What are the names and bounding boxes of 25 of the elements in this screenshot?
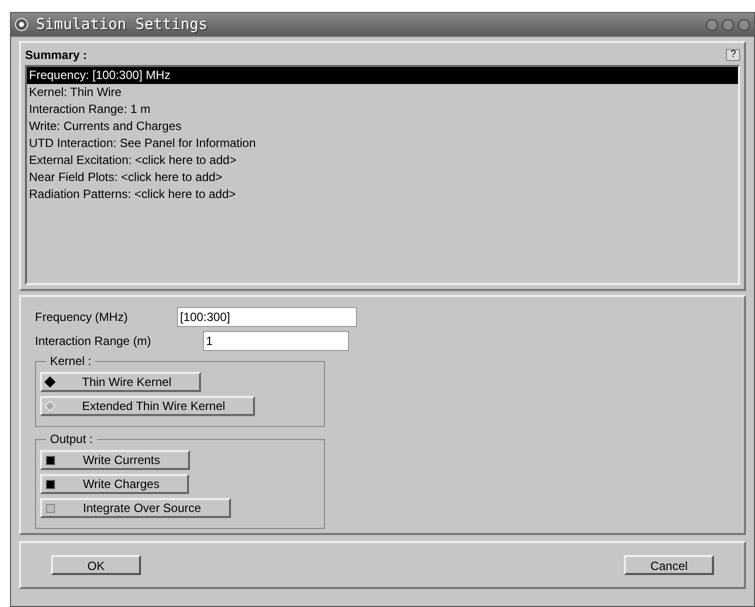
summary-item[interactable]: Write: Currents and Charges <box>27 118 738 135</box>
toggle-button[interactable]: Write Charges <box>40 474 190 494</box>
summary-item[interactable]: Radiation Patterns: <click here to add> <box>27 186 738 203</box>
summary-item[interactable]: Kernel: Thin Wire <box>27 84 738 101</box>
window-title: Simulation Settings <box>36 14 208 36</box>
field-label: Interaction Range (m) <box>35 333 152 350</box>
summary-item[interactable]: Near Field Plots: <click here to add> <box>27 169 738 186</box>
summary-item[interactable]: Frequency: [100:300] MHz <box>27 67 738 84</box>
summary-item[interactable]: External Excitation: <click here to add> <box>27 152 738 169</box>
menu-icon[interactable] <box>15 18 28 31</box>
input-field[interactable]: [100:300] <box>177 307 357 327</box>
field-label: Frequency (MHz) <box>35 309 129 326</box>
radio-button[interactable]: Extended Thin Wire Kernel <box>40 396 256 416</box>
summary-item[interactable]: UTD Interaction: See Panel for Information <box>27 135 738 152</box>
group-title: Output : <box>46 432 97 446</box>
summary-item[interactable]: Interaction Range: 1 m <box>27 101 738 118</box>
cancel-button[interactable]: Cancel <box>624 555 714 575</box>
summary-title: Summary : <box>25 47 88 64</box>
radio-button[interactable]: Thin Wire Kernel <box>40 372 202 392</box>
toggle-button[interactable]: Write Currents <box>40 450 190 470</box>
input-field[interactable]: 1 <box>203 331 349 351</box>
toggle-button[interactable]: Integrate Over Source <box>40 498 232 518</box>
help-button[interactable]: ? <box>726 49 740 61</box>
group-title: Kernel : <box>46 354 96 368</box>
ok-button[interactable]: OK <box>51 555 141 575</box>
